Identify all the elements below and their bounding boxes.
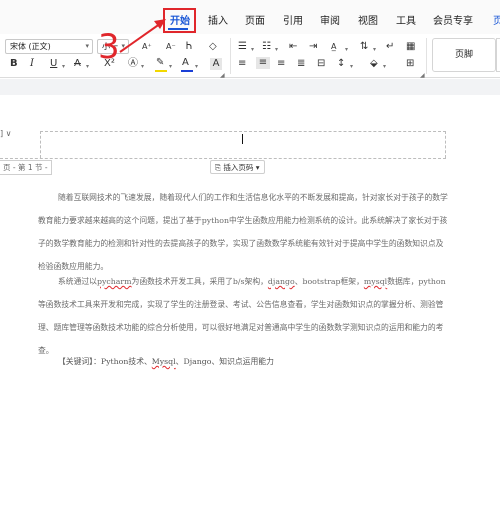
text-run-spellcheck: pycharm (96, 277, 132, 286)
text-run: 系统通过以 (58, 277, 97, 286)
text-cursor (242, 134, 243, 144)
paragraph-1: 随着互联网技术的飞速发展，随着现代人们的工作和生活信息化水平的不断发展和提高，针… (38, 193, 448, 271)
document-page[interactable]: ] ∨ 页 - 第 1 节 - ⎘ 插入页码 ▾ 随着互联网技术的飞速发展，随着… (0, 95, 500, 517)
header-left-mark: ] ∨ (0, 129, 12, 138)
insert-page-number-label: 插入页码 (223, 163, 254, 172)
text-run-spellcheck: django (267, 277, 295, 286)
text-run-spellcheck: mysql (363, 277, 388, 286)
header-area[interactable] (40, 131, 446, 158)
header-boundary (0, 158, 446, 159)
ruler-gap (0, 79, 500, 95)
text-run: 、bootstrap框架， (294, 277, 364, 286)
annotation-arrow (119, 19, 166, 53)
text-run: 为函数技术开发工具，采用了b/s架构， (131, 277, 268, 286)
text-run: 、Django、知识点运用能力 (175, 357, 274, 366)
insert-page-number-button[interactable]: ⎘ 插入页码 ▾ (210, 160, 265, 174)
section-label: 页 - 第 1 节 - (0, 160, 52, 175)
paragraph-2: 系统通过以pycharm为函数技术开发工具，采用了b/s架构，django、bo… (38, 270, 450, 362)
text-run-spellcheck: Mysql (151, 357, 176, 366)
chevron-down-icon: ▾ (253, 163, 260, 172)
annotation-number: 3 (98, 27, 120, 67)
text-run: 数据库，python等函数技术工具来开发和完成，实现了学生的注册登录、考试、公告… (38, 277, 446, 355)
keywords-line: 【关键词】：Python技术、Mysql、Django、知识点运用能力 (58, 356, 274, 367)
text-run: 【关键词】：Python技术、 (58, 357, 152, 366)
